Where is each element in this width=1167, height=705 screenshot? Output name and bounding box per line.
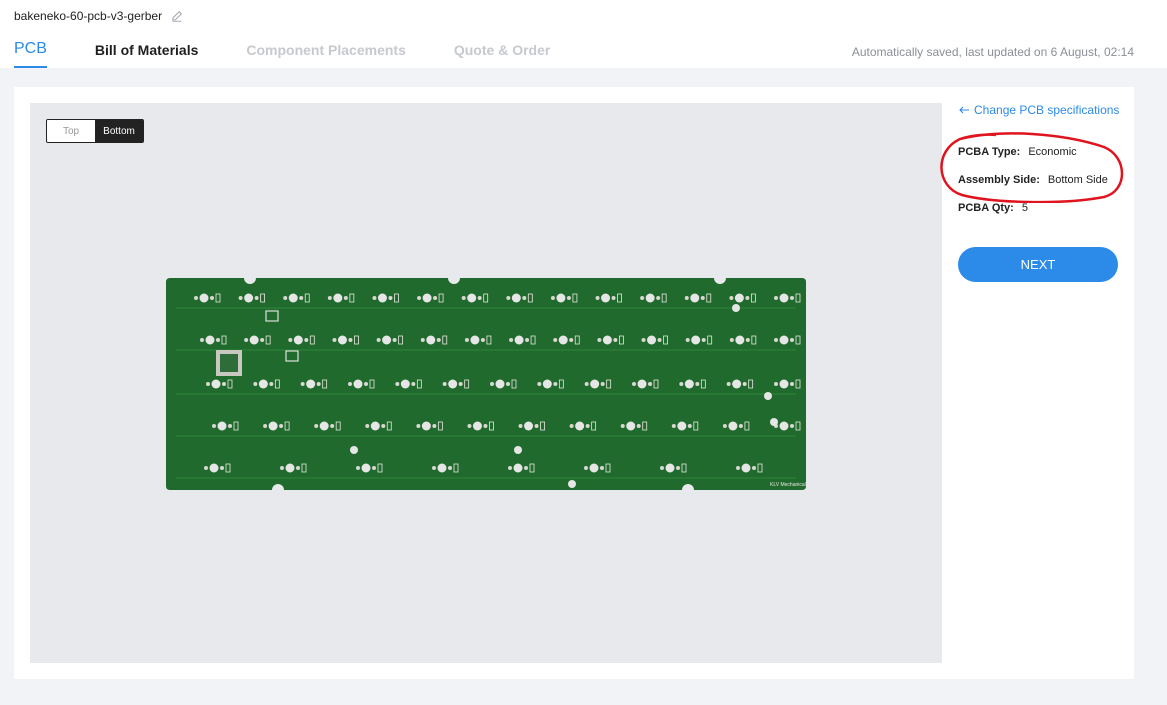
side-toggle: Top Bottom [46, 119, 144, 143]
board-silkscreen-text: KLV Mechanical [770, 482, 806, 488]
tab-pcb[interactable]: PCB [14, 40, 47, 68]
next-button[interactable]: NEXT [958, 247, 1118, 282]
pcb-board-render: KLV Mechanical [166, 278, 806, 490]
arrow-left-icon [959, 106, 969, 114]
change-pcb-spec-label: Change PCB specifications [974, 103, 1120, 117]
project-title: bakeneko-60-pcb-v3-gerber [14, 9, 184, 23]
spec-label: PCBA Qty: [958, 202, 1014, 214]
red-circle-annotation [940, 132, 1124, 203]
project-name-text: bakeneko-60-pcb-v3-gerber [14, 9, 163, 23]
tab-component-placements[interactable]: Component Placements [246, 42, 405, 68]
spec-value: 5 [1021, 202, 1028, 214]
toggle-bottom-button[interactable]: Bottom [95, 120, 143, 142]
spec-panel: Change PCB specifications PCBA Type: Econ… [940, 103, 1128, 282]
pcb-viewer[interactable]: Top Bottom KLV Mechanical [30, 103, 942, 663]
mcu-chip [216, 350, 242, 376]
content-card: Top Bottom KLV Mechanical Change PCB spe… [14, 87, 1134, 679]
tab-quote-order[interactable]: Quote & Order [454, 42, 550, 68]
tab-bill-of-materials[interactable]: Bill of Materials [95, 42, 198, 68]
tab-bar: PCB Bill of Materials Component Placemen… [14, 40, 598, 68]
pencil-icon[interactable] [170, 9, 184, 23]
header: bakeneko-60-pcb-v3-gerber PCB Bill of Ma… [0, 0, 1167, 68]
change-pcb-spec-link[interactable]: Change PCB specifications [958, 103, 1128, 117]
autosave-status: Automatically saved, last updated on 6 A… [851, 45, 1134, 59]
spec-pcba-qty: PCBA Qty: 5 [958, 202, 1028, 214]
toggle-top-button[interactable]: Top [47, 120, 95, 142]
